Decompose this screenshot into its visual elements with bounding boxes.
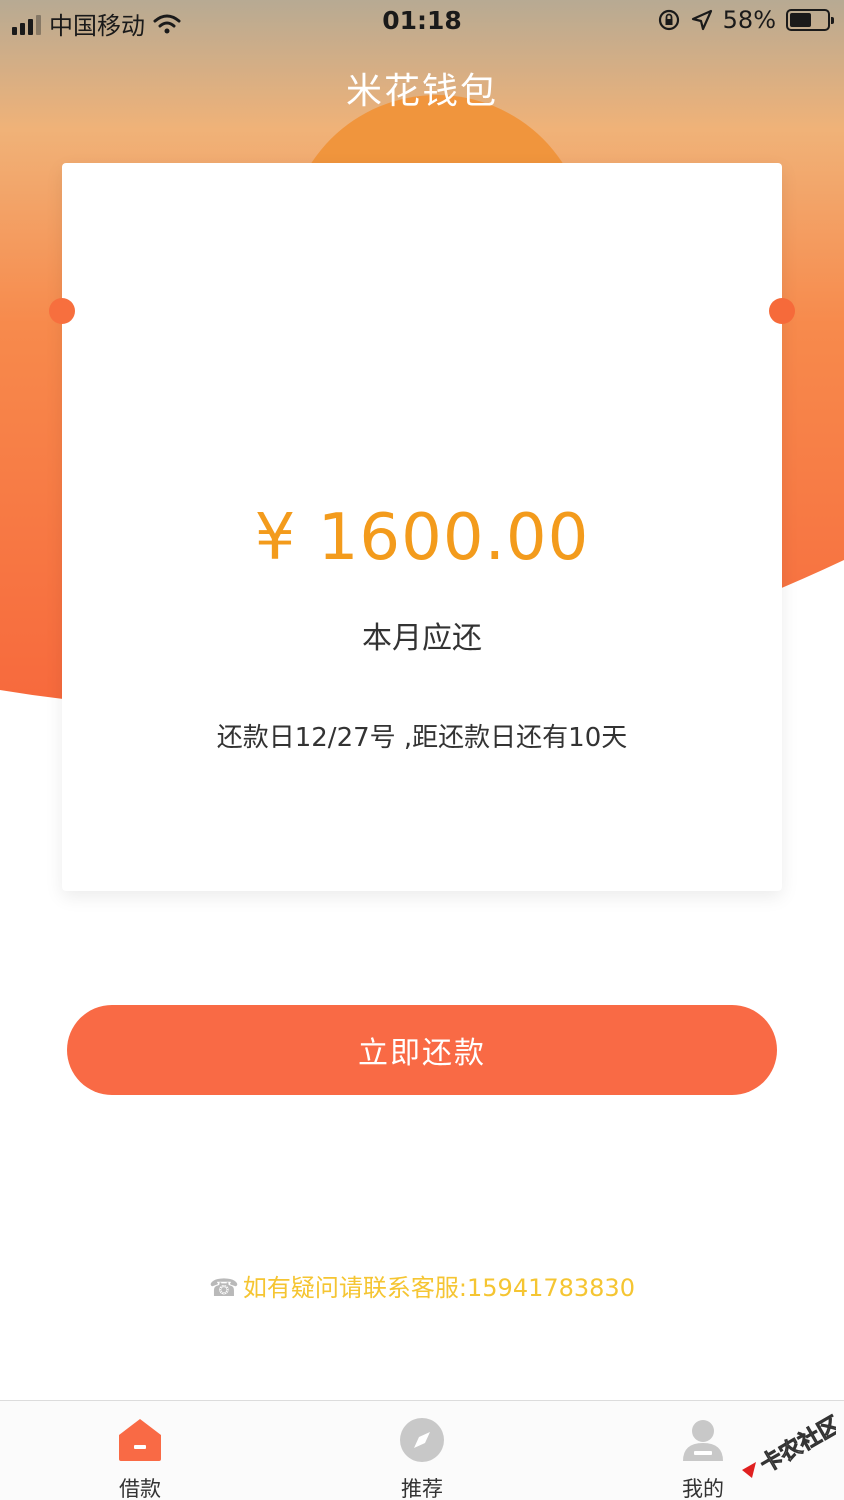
watermark-logo: 卡农社区 [736, 1411, 844, 1490]
compass-icon [399, 1417, 445, 1463]
rotation-lock-icon [658, 9, 679, 31]
battery-percent: 58% [722, 6, 776, 34]
tab-recommend[interactable]: 推荐 [322, 1401, 522, 1500]
repayment-card: ¥ 1600.00 本月应还 还款日12/27号 ,距还款日还有10天 [49, 163, 795, 891]
app-title: 米花钱包 [345, 71, 498, 112]
due-date-info: 还款日12/27号 ,距还款日还有10天 [216, 723, 628, 753]
location-arrow-icon [691, 9, 712, 31]
battery-level [790, 13, 811, 27]
user-icon [680, 1417, 726, 1463]
contact-text: 如有疑问请联系客服:15941783830 [242, 1274, 635, 1302]
card-notch-right [769, 298, 795, 324]
tab-label: 推荐 [401, 1477, 443, 1500]
repay-now-button[interactable]: 立即还款 [67, 1005, 777, 1095]
amount-label: 本月应还 [362, 621, 482, 656]
customer-service-contact[interactable]: ☎ 如有疑问请联系客服:15941783830 [0, 1268, 844, 1303]
repayment-amount: ¥ 1600.00 [254, 501, 590, 575]
home-icon [117, 1417, 163, 1463]
tab-bar: 借款 推荐 我的 [0, 1400, 844, 1500]
phone-icon: ☎ [209, 1274, 239, 1302]
status-right: 58% [657, 6, 834, 34]
card-notch-left [49, 298, 75, 324]
tab-borrow[interactable]: 借款 [40, 1401, 240, 1500]
battery-icon [786, 9, 834, 31]
tab-label: 借款 [119, 1477, 161, 1500]
status-bar: 中国移动 01:18 58% [0, 0, 844, 44]
watermark-text: 卡农社区 [756, 1412, 836, 1478]
